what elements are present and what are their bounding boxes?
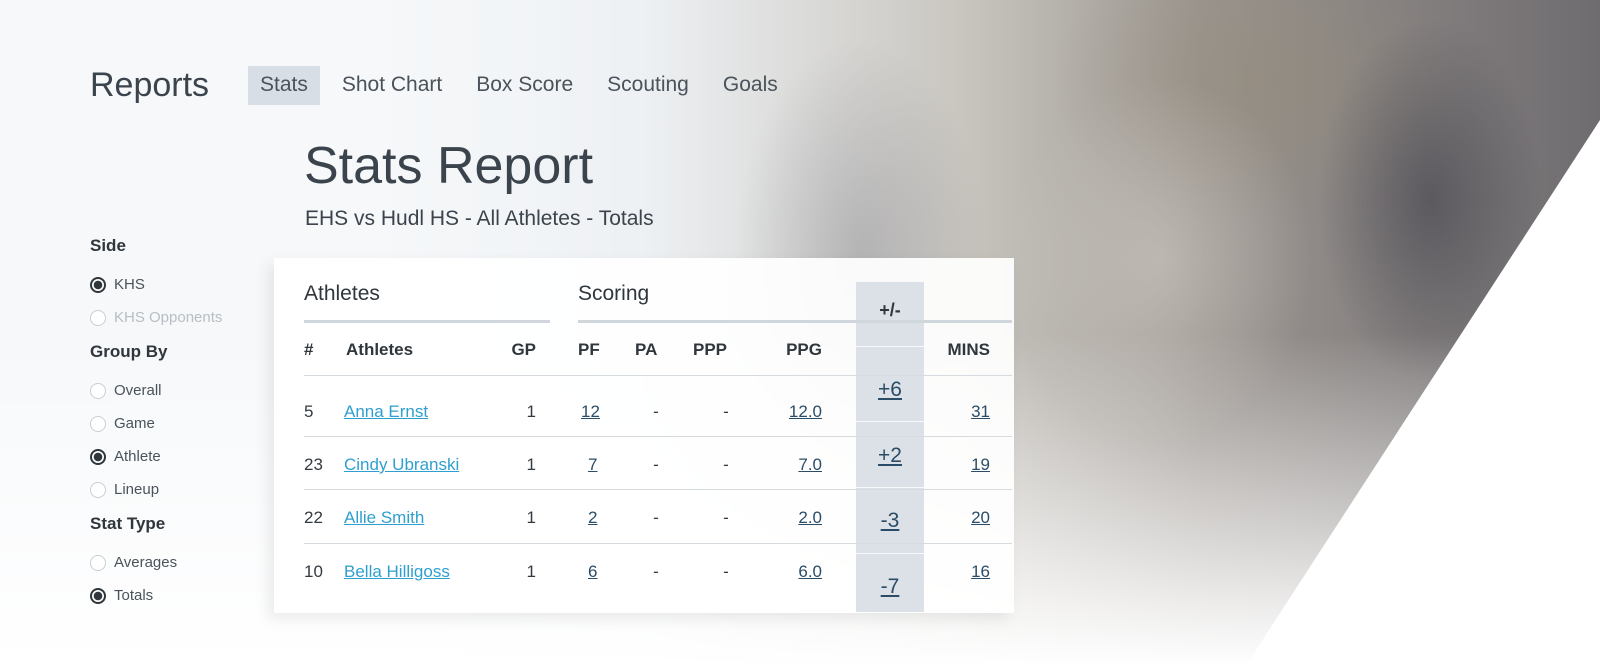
cell-num: 10 xyxy=(304,562,323,581)
radio-checked-icon[interactable] xyxy=(90,276,106,293)
radio-label: Game xyxy=(114,415,155,432)
plus-minus-separator xyxy=(856,553,924,554)
row-divider xyxy=(304,543,1012,544)
plus-minus-separator xyxy=(856,487,924,488)
radio-option-khs-opponents[interactable]: KHS Opponents xyxy=(90,301,250,334)
col-header-athlete[interactable]: Athletes xyxy=(346,340,413,360)
cell-num: 23 xyxy=(304,455,323,474)
cell-ppp: - xyxy=(723,402,729,421)
tab-stats[interactable]: Stats xyxy=(248,66,320,105)
cell-pf-link[interactable]: 6 xyxy=(588,562,597,582)
row-divider xyxy=(304,489,1012,490)
section-scoring: Scoring xyxy=(578,282,650,305)
cell-mins-link[interactable]: 19 xyxy=(940,455,990,475)
radio-label: Athlete xyxy=(114,448,161,465)
radio-label: Lineup xyxy=(114,481,160,498)
col-header-mins[interactable]: MINS xyxy=(930,340,991,360)
plus-minus-link[interactable]: -7 xyxy=(856,575,924,599)
cell-ppp: - xyxy=(723,508,729,527)
radio-option-overall[interactable]: Overall xyxy=(90,374,250,407)
cell-ppp: - xyxy=(723,562,729,581)
radio-unchecked-icon[interactable] xyxy=(90,554,106,571)
plus-minus-separator xyxy=(856,421,924,422)
radio-unchecked-icon[interactable] xyxy=(90,415,106,432)
cell-ppp: - xyxy=(723,455,729,474)
app-brand: Reports xyxy=(90,66,210,104)
plus-minus-link[interactable]: +6 xyxy=(856,378,924,402)
col-header-ppp[interactable]: PPP xyxy=(693,340,727,360)
radio-option-averages[interactable]: Averages xyxy=(90,546,250,579)
plus-minus-link[interactable]: +2 xyxy=(856,444,924,468)
tab-box-score[interactable]: Box Score xyxy=(464,66,585,105)
radio-unchecked-icon[interactable] xyxy=(90,309,106,326)
cell-ppg-link[interactable]: 2.0 xyxy=(770,508,822,528)
radio-option-khs[interactable]: KHS xyxy=(90,268,250,301)
tab-scouting[interactable]: Scouting xyxy=(595,66,701,105)
cell-num: 5 xyxy=(304,402,314,421)
header-divider xyxy=(304,375,1012,376)
cell-mins-link[interactable]: 31 xyxy=(940,402,990,422)
page-subtitle: EHS vs Hudl HS - All Athletes - Totals xyxy=(305,207,654,230)
cell-pa: - xyxy=(653,562,659,581)
radio-unchecked-icon[interactable] xyxy=(90,481,106,498)
athlete-link[interactable]: Allie Smith xyxy=(344,508,424,528)
radio-option-totals[interactable]: Totals xyxy=(90,579,250,612)
radio-checked-icon[interactable] xyxy=(90,587,106,604)
cell-pf-link[interactable]: 7 xyxy=(588,455,597,475)
radio-label: KHS Opponents xyxy=(114,309,223,326)
cell-num: 22 xyxy=(304,508,323,527)
cell-ppg-link[interactable]: 12.0 xyxy=(770,402,822,422)
cell-gp: 1 xyxy=(526,562,536,581)
filter-sidebar: Side KHS KHS Opponents Group By Overall … xyxy=(90,236,250,612)
tab-goals[interactable]: Goals xyxy=(711,66,790,105)
athlete-link[interactable]: Anna Ernst xyxy=(344,402,428,422)
col-header-gp[interactable]: GP xyxy=(500,340,536,360)
cell-pf-link[interactable]: 2 xyxy=(588,508,597,528)
cell-mins-link[interactable]: 16 xyxy=(940,562,990,582)
cell-gp: 1 xyxy=(526,508,536,527)
row-divider xyxy=(304,436,1012,437)
report-tabs: Stats Shot Chart Box Score Scouting Goal… xyxy=(248,66,800,105)
athletes-section-rule xyxy=(304,320,550,323)
cell-gp: 1 xyxy=(526,455,536,474)
radio-unchecked-icon[interactable] xyxy=(90,382,106,399)
radio-option-athlete[interactable]: Athlete xyxy=(90,440,250,473)
cell-pa: - xyxy=(653,455,659,474)
filter-group-groupby-label: Group By xyxy=(90,342,168,361)
col-header-pa[interactable]: PA xyxy=(635,340,657,360)
radio-label: Totals xyxy=(114,587,154,604)
page-title: Stats Report xyxy=(304,137,594,195)
radio-label: Overall xyxy=(114,382,162,399)
cell-pf-link[interactable]: 12 xyxy=(581,402,600,422)
athlete-link[interactable]: Cindy Ubranski xyxy=(344,455,459,475)
radio-option-game[interactable]: Game xyxy=(90,407,250,440)
col-header-ppg[interactable]: PPG xyxy=(770,340,822,360)
cell-gp: 1 xyxy=(526,402,536,421)
tab-shot-chart[interactable]: Shot Chart xyxy=(330,66,454,105)
col-header-pf[interactable]: PF xyxy=(578,340,600,360)
radio-label: KHS xyxy=(114,276,145,293)
cell-ppg-link[interactable]: 7.0 xyxy=(770,455,822,475)
plus-minus-separator xyxy=(856,346,924,347)
radio-checked-icon[interactable] xyxy=(90,448,106,465)
cell-pa: - xyxy=(653,508,659,527)
athlete-link[interactable]: Bella Hilligoss xyxy=(344,562,450,582)
section-plus-minus: +/- xyxy=(879,300,901,320)
cell-pa: - xyxy=(653,402,659,421)
cell-ppg-link[interactable]: 6.0 xyxy=(770,562,822,582)
filter-group-stattype-label: Stat Type xyxy=(90,514,166,533)
scoring-section-rule xyxy=(578,320,1012,323)
radio-label: Averages xyxy=(114,554,178,571)
radio-option-lineup[interactable]: Lineup xyxy=(90,473,250,506)
col-header-num[interactable]: # xyxy=(304,340,313,360)
section-athletes: Athletes xyxy=(304,282,380,305)
cell-mins-link[interactable]: 20 xyxy=(940,508,990,528)
filter-group-side-label: Side xyxy=(90,236,126,255)
plus-minus-link[interactable]: -3 xyxy=(856,509,924,533)
